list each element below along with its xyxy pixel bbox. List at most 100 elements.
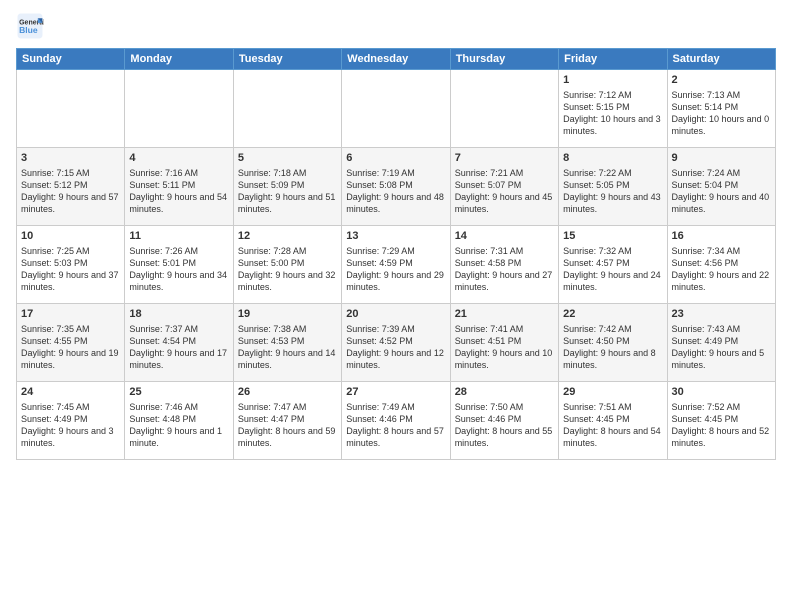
day-info: Sunrise: 7:32 AMSunset: 4:57 PMDaylight:… (563, 245, 662, 294)
day-info: Sunrise: 7:43 AMSunset: 4:49 PMDaylight:… (672, 323, 771, 372)
day-info: Sunrise: 7:41 AMSunset: 4:51 PMDaylight:… (455, 323, 554, 372)
day-number: 21 (455, 307, 554, 322)
calendar-cell: 7Sunrise: 7:21 AMSunset: 5:07 PMDaylight… (450, 148, 558, 226)
day-info: Sunrise: 7:16 AMSunset: 5:11 PMDaylight:… (129, 167, 228, 216)
calendar-week-row: 1Sunrise: 7:12 AMSunset: 5:15 PMDaylight… (17, 70, 776, 148)
calendar-cell: 13Sunrise: 7:29 AMSunset: 4:59 PMDayligh… (342, 226, 450, 304)
day-info: Sunrise: 7:18 AMSunset: 5:09 PMDaylight:… (238, 167, 337, 216)
day-number: 27 (346, 385, 445, 400)
calendar-header-sunday: Sunday (17, 49, 125, 70)
calendar-cell: 14Sunrise: 7:31 AMSunset: 4:58 PMDayligh… (450, 226, 558, 304)
calendar-cell: 21Sunrise: 7:41 AMSunset: 4:51 PMDayligh… (450, 304, 558, 382)
day-info: Sunrise: 7:25 AMSunset: 5:03 PMDaylight:… (21, 245, 120, 294)
day-number: 30 (672, 385, 771, 400)
calendar-cell: 22Sunrise: 7:42 AMSunset: 4:50 PMDayligh… (559, 304, 667, 382)
calendar-cell: 26Sunrise: 7:47 AMSunset: 4:47 PMDayligh… (233, 382, 341, 460)
calendar-header-monday: Monday (125, 49, 233, 70)
calendar-cell: 8Sunrise: 7:22 AMSunset: 5:05 PMDaylight… (559, 148, 667, 226)
calendar-cell: 15Sunrise: 7:32 AMSunset: 4:57 PMDayligh… (559, 226, 667, 304)
calendar-cell (450, 70, 558, 148)
day-info: Sunrise: 7:21 AMSunset: 5:07 PMDaylight:… (455, 167, 554, 216)
calendar-cell: 24Sunrise: 7:45 AMSunset: 4:49 PMDayligh… (17, 382, 125, 460)
day-info: Sunrise: 7:24 AMSunset: 5:04 PMDaylight:… (672, 167, 771, 216)
calendar-cell: 23Sunrise: 7:43 AMSunset: 4:49 PMDayligh… (667, 304, 775, 382)
calendar-cell: 16Sunrise: 7:34 AMSunset: 4:56 PMDayligh… (667, 226, 775, 304)
day-info: Sunrise: 7:38 AMSunset: 4:53 PMDaylight:… (238, 323, 337, 372)
calendar-week-row: 24Sunrise: 7:45 AMSunset: 4:49 PMDayligh… (17, 382, 776, 460)
calendar-cell (17, 70, 125, 148)
day-info: Sunrise: 7:42 AMSunset: 4:50 PMDaylight:… (563, 323, 662, 372)
day-info: Sunrise: 7:26 AMSunset: 5:01 PMDaylight:… (129, 245, 228, 294)
calendar-table: SundayMondayTuesdayWednesdayThursdayFrid… (16, 48, 776, 460)
calendar-cell: 9Sunrise: 7:24 AMSunset: 5:04 PMDaylight… (667, 148, 775, 226)
calendar-cell (233, 70, 341, 148)
day-info: Sunrise: 7:52 AMSunset: 4:45 PMDaylight:… (672, 401, 771, 450)
day-info: Sunrise: 7:51 AMSunset: 4:45 PMDaylight:… (563, 401, 662, 450)
calendar-header-saturday: Saturday (667, 49, 775, 70)
svg-text:Blue: Blue (19, 25, 38, 35)
logo-icon: General Blue (16, 12, 44, 40)
day-number: 22 (563, 307, 662, 322)
day-number: 14 (455, 229, 554, 244)
day-number: 28 (455, 385, 554, 400)
day-info: Sunrise: 7:37 AMSunset: 4:54 PMDaylight:… (129, 323, 228, 372)
calendar-cell: 10Sunrise: 7:25 AMSunset: 5:03 PMDayligh… (17, 226, 125, 304)
day-number: 12 (238, 229, 337, 244)
day-info: Sunrise: 7:31 AMSunset: 4:58 PMDaylight:… (455, 245, 554, 294)
calendar-header-friday: Friday (559, 49, 667, 70)
day-number: 4 (129, 151, 228, 166)
day-number: 2 (672, 73, 771, 88)
day-number: 18 (129, 307, 228, 322)
day-number: 23 (672, 307, 771, 322)
day-number: 5 (238, 151, 337, 166)
day-number: 20 (346, 307, 445, 322)
day-number: 24 (21, 385, 120, 400)
calendar-cell (342, 70, 450, 148)
day-number: 26 (238, 385, 337, 400)
calendar-header-tuesday: Tuesday (233, 49, 341, 70)
day-info: Sunrise: 7:34 AMSunset: 4:56 PMDaylight:… (672, 245, 771, 294)
day-number: 15 (563, 229, 662, 244)
day-number: 25 (129, 385, 228, 400)
day-number: 17 (21, 307, 120, 322)
day-number: 3 (21, 151, 120, 166)
calendar-cell: 27Sunrise: 7:49 AMSunset: 4:46 PMDayligh… (342, 382, 450, 460)
calendar-cell: 28Sunrise: 7:50 AMSunset: 4:46 PMDayligh… (450, 382, 558, 460)
calendar-cell: 12Sunrise: 7:28 AMSunset: 5:00 PMDayligh… (233, 226, 341, 304)
day-info: Sunrise: 7:50 AMSunset: 4:46 PMDaylight:… (455, 401, 554, 450)
calendar-cell: 3Sunrise: 7:15 AMSunset: 5:12 PMDaylight… (17, 148, 125, 226)
calendar-cell: 2Sunrise: 7:13 AMSunset: 5:14 PMDaylight… (667, 70, 775, 148)
day-number: 6 (346, 151, 445, 166)
day-number: 29 (563, 385, 662, 400)
day-info: Sunrise: 7:22 AMSunset: 5:05 PMDaylight:… (563, 167, 662, 216)
day-number: 8 (563, 151, 662, 166)
calendar-cell: 17Sunrise: 7:35 AMSunset: 4:55 PMDayligh… (17, 304, 125, 382)
day-info: Sunrise: 7:45 AMSunset: 4:49 PMDaylight:… (21, 401, 120, 450)
day-info: Sunrise: 7:13 AMSunset: 5:14 PMDaylight:… (672, 89, 771, 138)
calendar-cell: 18Sunrise: 7:37 AMSunset: 4:54 PMDayligh… (125, 304, 233, 382)
day-info: Sunrise: 7:39 AMSunset: 4:52 PMDaylight:… (346, 323, 445, 372)
logo: General Blue (16, 12, 48, 40)
calendar-header-thursday: Thursday (450, 49, 558, 70)
calendar-cell: 5Sunrise: 7:18 AMSunset: 5:09 PMDaylight… (233, 148, 341, 226)
calendar-cell: 1Sunrise: 7:12 AMSunset: 5:15 PMDaylight… (559, 70, 667, 148)
day-number: 16 (672, 229, 771, 244)
day-number: 13 (346, 229, 445, 244)
day-info: Sunrise: 7:29 AMSunset: 4:59 PMDaylight:… (346, 245, 445, 294)
calendar-cell: 11Sunrise: 7:26 AMSunset: 5:01 PMDayligh… (125, 226, 233, 304)
day-info: Sunrise: 7:19 AMSunset: 5:08 PMDaylight:… (346, 167, 445, 216)
calendar-cell: 19Sunrise: 7:38 AMSunset: 4:53 PMDayligh… (233, 304, 341, 382)
page-header: General Blue (16, 12, 776, 40)
day-info: Sunrise: 7:46 AMSunset: 4:48 PMDaylight:… (129, 401, 228, 450)
day-number: 9 (672, 151, 771, 166)
calendar-cell: 29Sunrise: 7:51 AMSunset: 4:45 PMDayligh… (559, 382, 667, 460)
day-number: 10 (21, 229, 120, 244)
calendar-cell (125, 70, 233, 148)
calendar-cell: 20Sunrise: 7:39 AMSunset: 4:52 PMDayligh… (342, 304, 450, 382)
day-info: Sunrise: 7:12 AMSunset: 5:15 PMDaylight:… (563, 89, 662, 138)
calendar-cell: 6Sunrise: 7:19 AMSunset: 5:08 PMDaylight… (342, 148, 450, 226)
page-container: General Blue SundayMondayTuesdayWednesda… (0, 0, 792, 612)
calendar-week-row: 10Sunrise: 7:25 AMSunset: 5:03 PMDayligh… (17, 226, 776, 304)
day-info: Sunrise: 7:49 AMSunset: 4:46 PMDaylight:… (346, 401, 445, 450)
day-info: Sunrise: 7:35 AMSunset: 4:55 PMDaylight:… (21, 323, 120, 372)
